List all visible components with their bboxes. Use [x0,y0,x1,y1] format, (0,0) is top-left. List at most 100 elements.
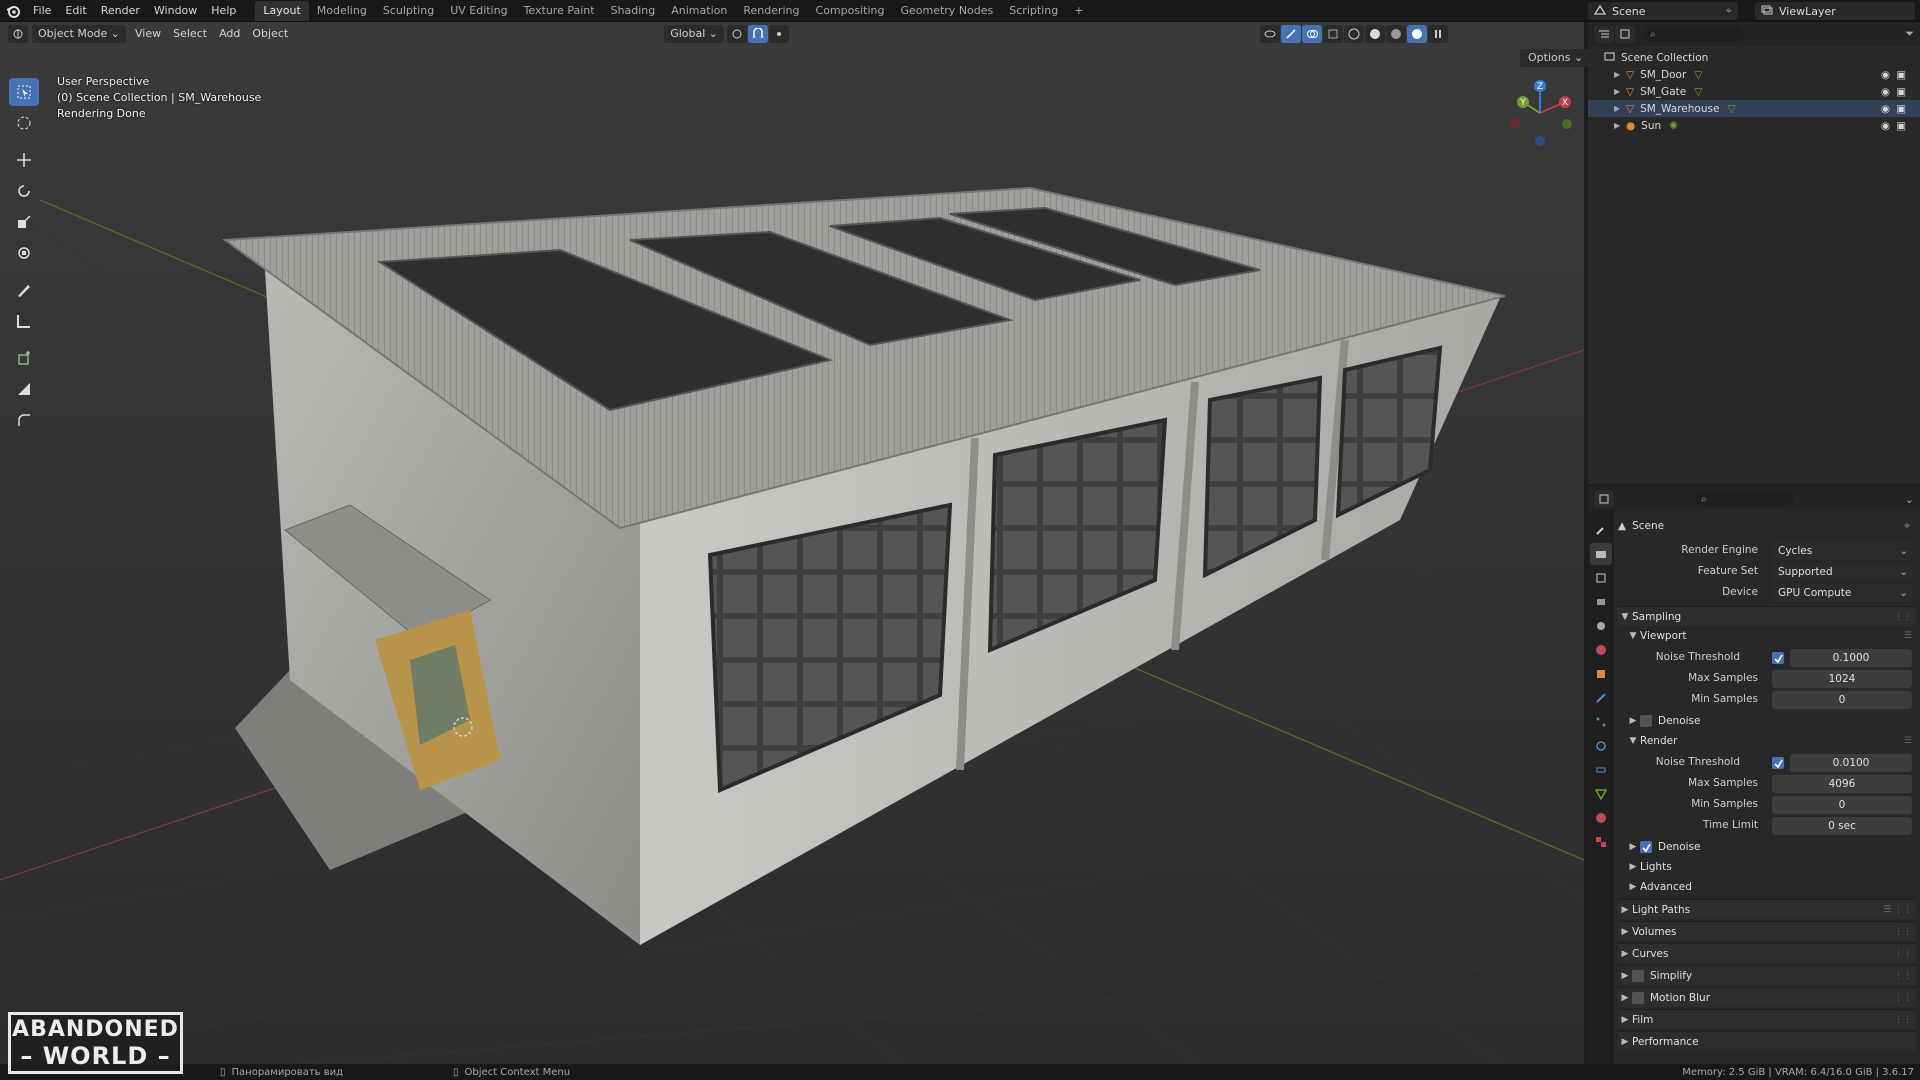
motion-blur-panel[interactable]: ▶ Motion Blur ⋮⋮ [1618,987,1916,1007]
presets-icon[interactable]: ☰ ⋮⋮ [1883,905,1912,915]
render-tab-icon[interactable] [1590,543,1612,565]
rendered-shading-icon[interactable] [1407,25,1427,43]
drag-handle-icon[interactable]: ⋮⋮ [1894,993,1912,1003]
outliner-item[interactable]: ▶ ▽ SM_Gate ▽ ◉ ▣ [1588,83,1920,100]
annotate-tool[interactable] [9,276,39,304]
gizmo-neg-x[interactable] [1510,118,1520,128]
measure-tool[interactable] [9,307,39,335]
eye-icon[interactable]: ◉ [1881,103,1890,115]
render-min-samples-field[interactable]: 0 [1772,796,1912,814]
drag-handle-icon[interactable]: ⋮⋮ [1894,971,1912,981]
solid-shading-icon[interactable] [1365,25,1385,43]
scene-selector[interactable]: Scene ⌖ [1588,2,1738,20]
bevel-tool[interactable] [9,406,39,434]
presets-icon[interactable]: ☰ [1904,736,1912,746]
viewport-noise-threshold-checkbox[interactable] [1772,652,1784,664]
properties-search-input[interactable]: ⌕ [1695,491,1795,507]
drag-handle-icon[interactable]: ⋮⋮ [1894,949,1912,959]
options-dropdown[interactable]: Options ⌄ [1520,49,1592,67]
drag-handle-icon[interactable]: ⋮⋮ [1894,612,1912,622]
wireframe-shading-icon[interactable] [1344,25,1364,43]
outliner-item[interactable]: ▶ ● Sun ✺ ◉ ▣ [1588,117,1920,134]
camera-icon[interactable]: ▣ [1896,103,1906,115]
menu-file[interactable]: File [26,0,58,22]
gizmo-neg-y[interactable] [1562,119,1572,129]
visibility-icon[interactable] [1260,25,1280,43]
outliner-search-input[interactable]: ⌕ [1644,26,1744,42]
device-dropdown[interactable]: GPU Compute ⌄ [1772,584,1912,602]
tab-uv-editing[interactable]: UV Editing [442,1,515,21]
render-subpanel-header[interactable]: ▼ Render ☰ [1618,731,1916,751]
menu-object[interactable]: Object [246,25,294,43]
presets-icon[interactable]: ☰ [1904,631,1912,641]
tab-geometry-nodes[interactable]: Geometry Nodes [892,1,1001,21]
scene-tab-icon[interactable] [1590,615,1612,637]
camera-icon[interactable]: ▣ [1896,69,1906,81]
editor-type-icon[interactable] [8,25,28,43]
outliner-scene-collection[interactable]: Scene Collection [1588,49,1920,66]
add-cube-tool[interactable] [9,344,39,372]
mode-dropdown[interactable]: Object Mode ⌄ [32,25,127,43]
3d-viewport[interactable] [0,22,1584,1064]
scale-tool[interactable] [9,208,39,236]
rotate-tool[interactable] [9,177,39,205]
chevron-down-icon[interactable]: ⌄ [1905,493,1914,506]
drag-handle-icon[interactable]: ⋮⋮ [1894,927,1912,937]
outliner-item[interactable]: ▶ ▽ SM_Door ▽ ◉ ▣ [1588,66,1920,83]
physics-tab-icon[interactable] [1590,735,1612,757]
data-tab-icon[interactable] [1590,783,1612,805]
eye-icon[interactable]: ◉ [1881,120,1890,132]
render-noise-threshold-field[interactable]: 0.0100 [1790,754,1912,772]
material-shading-icon[interactable] [1386,25,1406,43]
tab-texture-paint[interactable]: Texture Paint [516,1,603,21]
tab-compositing[interactable]: Compositing [808,1,893,21]
pivot-icon[interactable] [727,25,747,43]
tab-modeling[interactable]: Modeling [309,1,375,21]
snap-icon[interactable] [748,25,768,43]
render-engine-dropdown[interactable]: Cycles ⌄ [1772,542,1912,560]
proportional-edit-icon[interactable] [769,25,789,43]
gizmo-neg-z[interactable] [1535,136,1545,146]
drag-handle-icon[interactable]: ⋮⋮ [1894,1015,1912,1025]
tab-shading[interactable]: Shading [603,1,664,21]
viewport-denoise-subpanel[interactable]: ▶ Denoise [1618,711,1916,731]
tab-animation[interactable]: Animation [663,1,735,21]
viewport-denoise-checkbox[interactable] [1640,715,1652,727]
tool-tab-icon[interactable] [1590,519,1612,541]
expand-arrow-icon[interactable]: ▶ [1614,70,1626,79]
lights-subpanel[interactable]: ▶ Lights [1618,857,1916,877]
object-tab-icon[interactable] [1590,663,1612,685]
film-panel[interactable]: ▶ Film ⋮⋮ [1618,1009,1916,1029]
xray-icon[interactable] [1323,25,1343,43]
outliner-item[interactable]: ▶ ▽ SM_Warehouse ▽ ◉ ▣ [1588,100,1920,117]
simplify-panel[interactable]: ▶ Simplify ⋮⋮ [1618,965,1916,985]
curves-panel[interactable]: ▶ Curves ⋮⋮ [1618,943,1916,963]
add-workspace-button[interactable]: + [1066,1,1091,21]
render-max-samples-field[interactable]: 4096 [1772,775,1912,793]
overlay-toggle-icon[interactable] [1302,25,1322,43]
light-paths-panel[interactable]: ▶ Light Paths ☰ ⋮⋮ [1618,899,1916,919]
viewport-max-samples-field[interactable]: 1024 [1772,670,1912,688]
menu-render[interactable]: Render [94,0,147,22]
navigation-gizmo[interactable]: Z X Y [1505,78,1575,148]
expand-arrow-icon[interactable]: ▶ [1614,121,1626,130]
outliner-editor-icon[interactable] [1594,25,1614,43]
pin-icon[interactable]: ⌖ [1726,4,1732,18]
extrude-tool[interactable] [9,375,39,403]
render-denoise-checkbox[interactable] [1640,841,1652,853]
menu-add[interactable]: Add [213,25,246,43]
advanced-subpanel[interactable]: ▶ Advanced [1618,877,1916,897]
cursor-tool[interactable] [9,109,39,137]
modifier-tab-icon[interactable] [1590,687,1612,709]
eye-icon[interactable]: ◉ [1881,69,1890,81]
sampling-panel-header[interactable]: ▼ Sampling ⋮⋮ [1618,606,1916,626]
expand-arrow-icon[interactable]: ▶ [1614,87,1626,96]
simplify-checkbox[interactable] [1632,969,1644,982]
tab-scripting[interactable]: Scripting [1001,1,1066,21]
particles-tab-icon[interactable] [1590,711,1612,733]
constraints-tab-icon[interactable] [1590,759,1612,781]
menu-help[interactable]: Help [204,0,243,22]
transform-tool[interactable] [9,239,39,267]
motion-blur-checkbox[interactable] [1632,991,1644,1004]
viewport-subpanel-header[interactable]: ▼ Viewport ☰ [1618,626,1916,646]
